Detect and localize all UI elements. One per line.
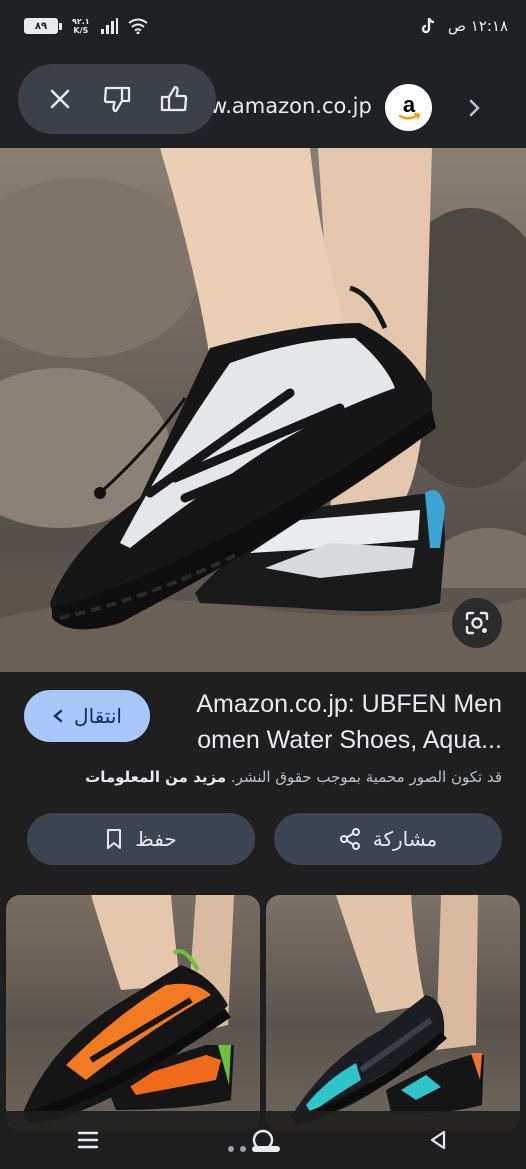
visit-button[interactable]: انتقال — [24, 690, 150, 742]
source-domain[interactable]: w.amazon.co.jp — [210, 94, 372, 118]
signal-icon — [100, 18, 118, 34]
feedback-pill — [18, 64, 216, 134]
battery-indicator: ٨٩ — [24, 18, 62, 34]
image-viewer-toolbar: w.amazon.co.jp a — [0, 52, 526, 148]
close-icon — [51, 89, 70, 109]
clock: ١٢:١٨ ص — [447, 17, 508, 35]
share-icon — [339, 828, 360, 850]
result-info: انتقال Amazon.co.jp: UBFEN Men omen Wate… — [0, 672, 526, 802]
battery-tip — [59, 22, 62, 30]
thumbs-up-icon — [160, 85, 187, 112]
amazon-logo-icon: a — [398, 93, 420, 119]
result-title-line1[interactable]: Amazon.co.jp: UBFEN Men — [196, 690, 502, 719]
bookmark-icon — [107, 829, 122, 849]
net-speed-unit: K/S — [73, 26, 89, 35]
net-speed-value: ٩٢.١ — [72, 17, 90, 26]
result-title-line2[interactable]: omen Water Shoes, Aqua... — [197, 726, 502, 755]
carousel-indicator — [228, 1146, 280, 1152]
share-button[interactable]: مشاركة — [274, 813, 502, 865]
status-left: ٨٩ ٩٢.١ K/S — [24, 17, 148, 35]
shoe-photo-illustration — [0, 148, 526, 672]
lens-search-button[interactable] — [452, 598, 502, 648]
more-info-link[interactable]: مزيد من المعلومات — [85, 768, 226, 786]
carousel-dot — [240, 1146, 246, 1152]
home-button[interactable] — [243, 1120, 283, 1160]
chevron-left-icon — [53, 709, 63, 723]
status-bar: ٨٩ ٩٢.١ K/S ١٢:١٨ ص — [0, 0, 526, 52]
related-image-2[interactable] — [266, 895, 520, 1131]
system-nav-bar — [0, 1111, 526, 1169]
orange-shoe-illustration — [23, 895, 234, 1123]
recent-apps-button[interactable] — [68, 1120, 108, 1160]
battery-level: ٨٩ — [24, 18, 58, 34]
close-button[interactable] — [42, 81, 78, 117]
back-triangle-icon — [431, 1130, 446, 1150]
network-speed: ٩٢.١ K/S — [72, 17, 90, 35]
carousel-dot — [228, 1146, 234, 1152]
related-image-1[interactable] — [6, 895, 260, 1131]
thumbs-down-icon — [103, 86, 131, 113]
back-button[interactable] — [418, 1120, 458, 1160]
amazon-logo[interactable]: a — [385, 84, 432, 131]
wifi-icon — [128, 18, 148, 34]
copyright-notice: قد تكون الصور محمية بموجب حقوق النشر. مز… — [85, 768, 502, 786]
visit-label: انتقال — [74, 704, 122, 728]
teal-shoe-illustration — [291, 895, 484, 1126]
lens-icon — [465, 611, 489, 635]
product-image[interactable] — [0, 148, 526, 672]
save-label: حفظ — [135, 827, 177, 851]
amazon-logo-letter: a — [402, 93, 415, 117]
carousel-dot-active — [252, 1146, 280, 1152]
share-label: مشاركة — [372, 827, 438, 851]
save-button[interactable]: حفظ — [27, 813, 255, 865]
copyright-text: قد تكون الصور محمية بموجب حقوق النشر. — [230, 768, 502, 786]
like-button[interactable] — [156, 81, 192, 117]
menu-icon — [77, 1131, 98, 1149]
dislike-button[interactable] — [99, 81, 135, 117]
tiktok-icon — [421, 17, 434, 34]
chevron-right-icon[interactable] — [462, 96, 486, 120]
status-right: ١٢:١٨ ص — [420, 17, 508, 35]
